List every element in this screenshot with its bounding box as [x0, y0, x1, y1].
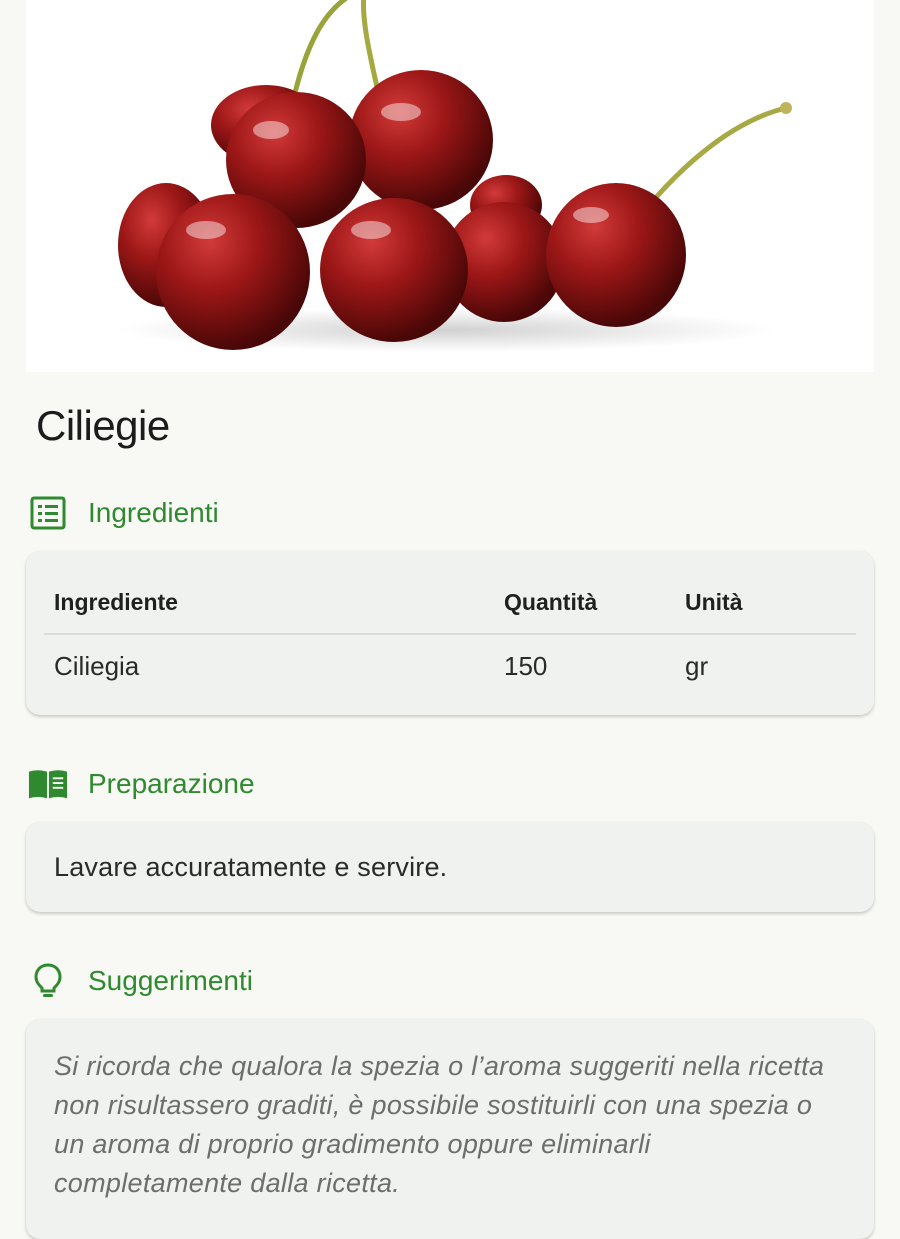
table-divider — [44, 633, 856, 635]
preparation-text: Lavare accuratamente e servire. — [54, 852, 448, 882]
ingredient-unit: gr — [685, 651, 709, 681]
ingredients-section-header: Ingredienti — [28, 493, 219, 533]
ingredients-heading: Ingredienti — [88, 497, 219, 528]
preparation-card: Lavare accuratamente e servire. — [26, 822, 874, 912]
preparation-section-header: Preparazione — [28, 764, 255, 804]
ingredients-table: Ingrediente Quantità Unità Ciliegia 150 … — [26, 551, 874, 715]
recipe-image — [26, 0, 874, 372]
tips-section-header: Suggerimenti — [28, 961, 253, 1001]
preparation-heading: Preparazione — [88, 768, 255, 799]
tips-card: Si ricorda che qualora la spezia o l’aro… — [26, 1019, 874, 1239]
tips-heading: Suggerimenti — [88, 965, 253, 996]
recipe-title: Ciliegie — [36, 402, 170, 449]
ingredient-name: Ciliegia — [54, 651, 140, 681]
lightbulb-icon — [28, 961, 68, 1001]
column-header-ingredient: Ingrediente — [54, 589, 178, 615]
list-icon — [28, 493, 68, 533]
column-header-quantity: Quantità — [504, 589, 598, 615]
ingredient-quantity: 150 — [504, 651, 548, 681]
open-book-icon — [28, 764, 68, 804]
column-header-unit: Unità — [685, 589, 743, 615]
cherries-illustration — [116, 0, 792, 352]
tips-text: Si ricorda che qualora la spezia o l’aro… — [54, 1051, 825, 1198]
